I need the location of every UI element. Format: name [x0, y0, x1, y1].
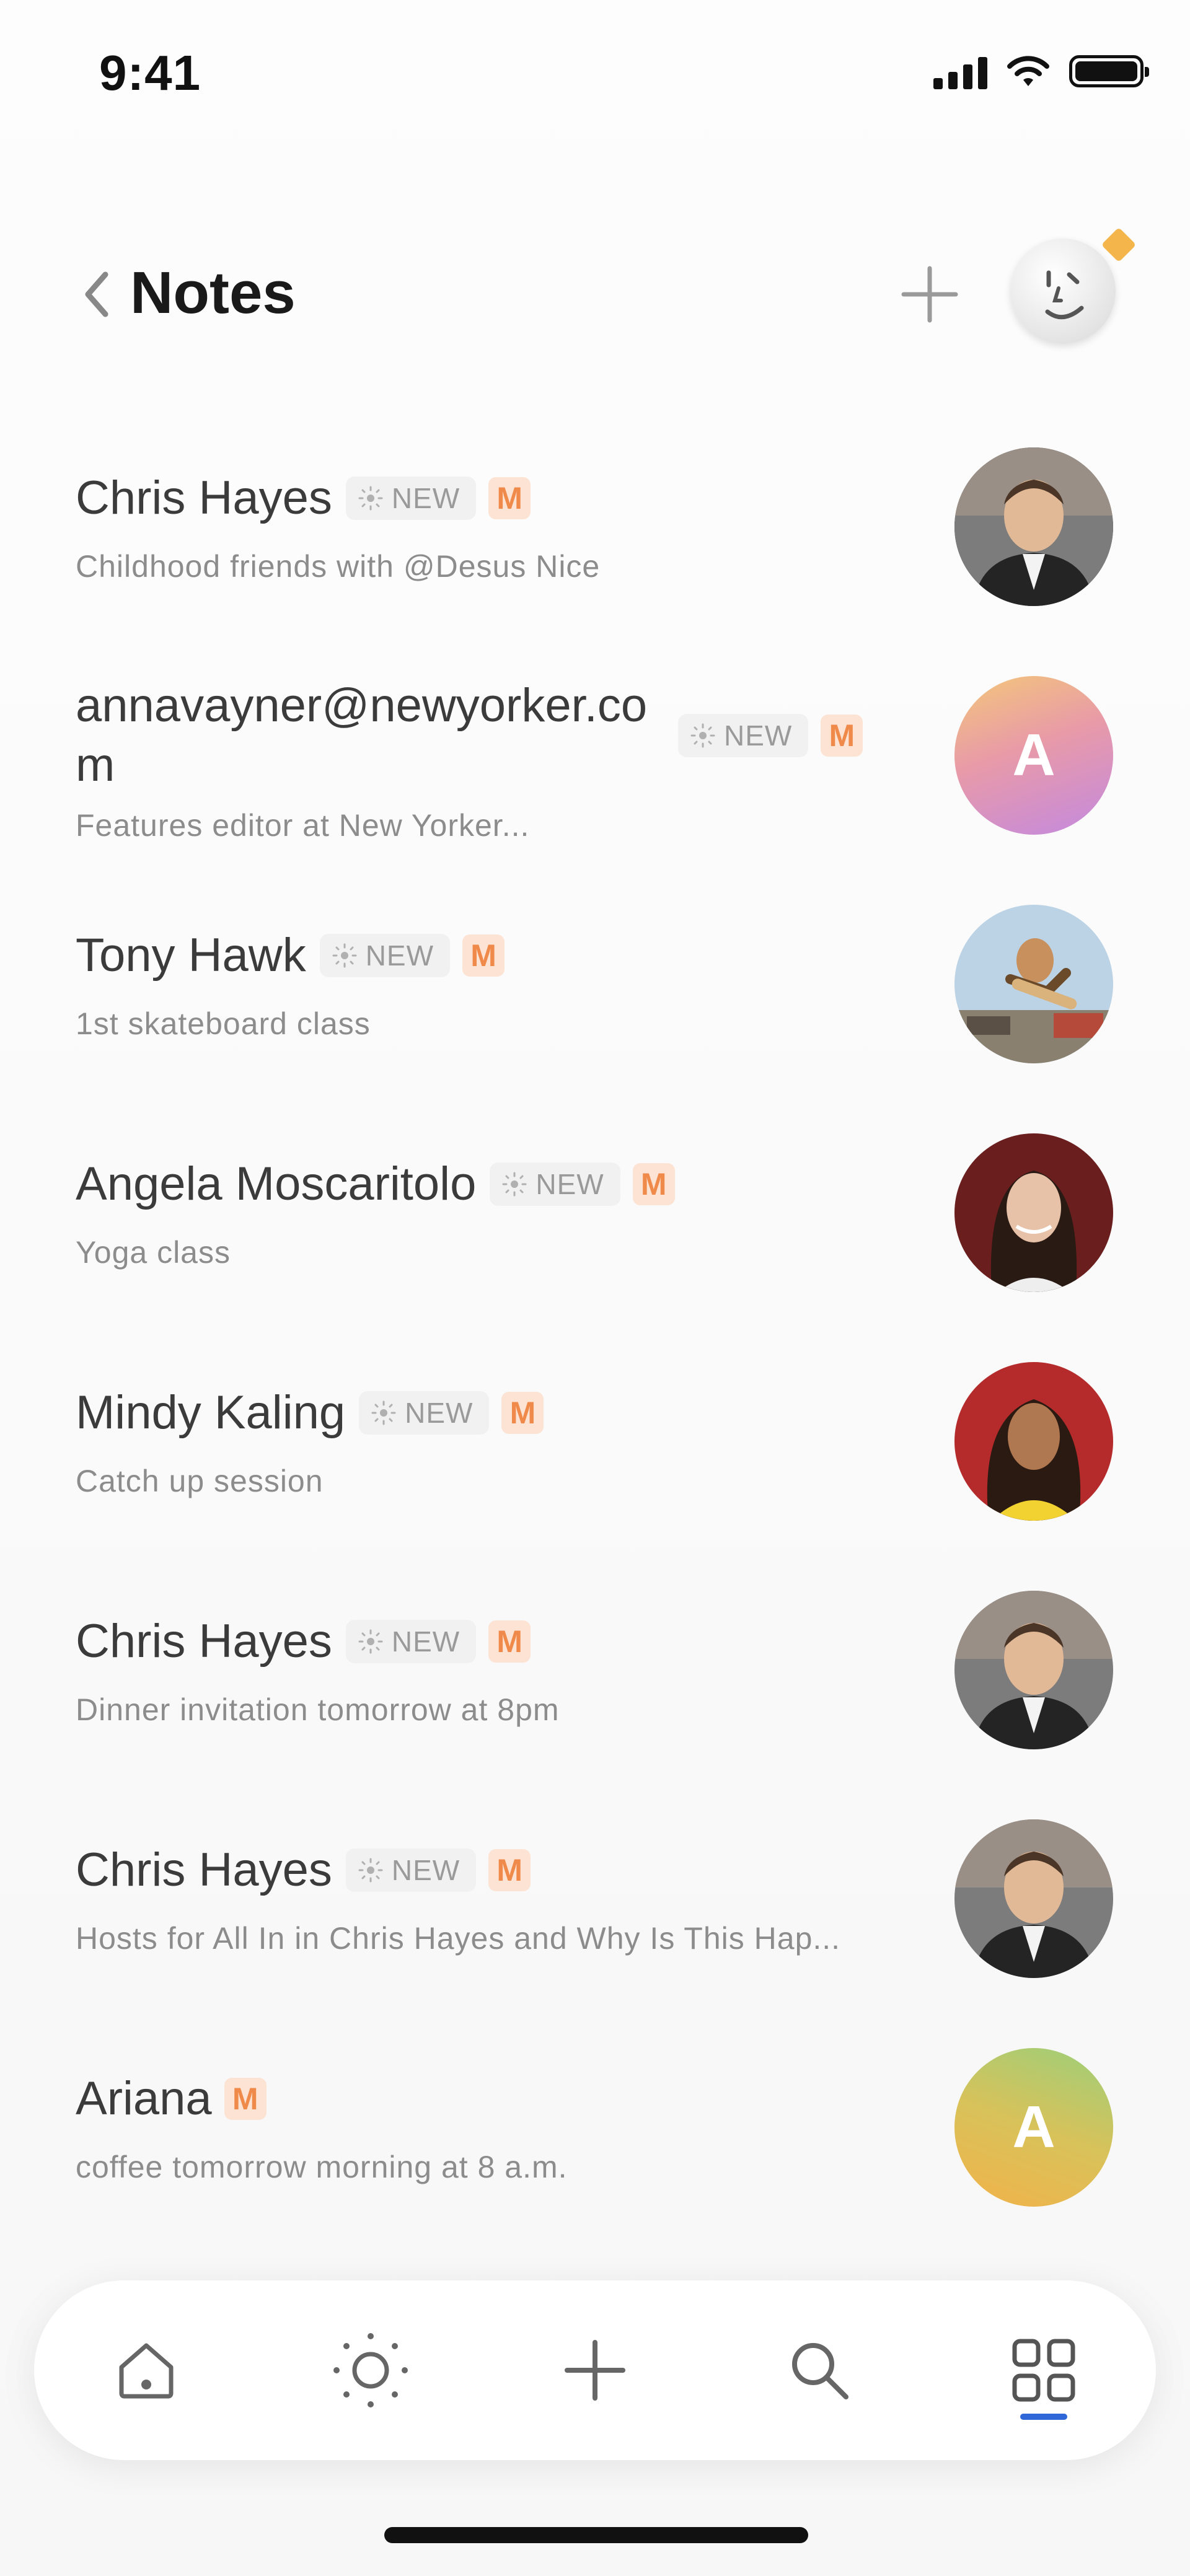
sparkle-icon: [332, 943, 357, 967]
m-badge: M: [488, 477, 531, 519]
avatar: [954, 1362, 1113, 1521]
list-item[interactable]: Tony Hawk NEW M 1st skateboard class: [0, 891, 1190, 1120]
avatar: [954, 1591, 1113, 1749]
avatar: A: [954, 676, 1113, 835]
contact-name: Ariana: [76, 2072, 212, 2125]
avatar: A: [954, 2048, 1113, 2207]
page-title: Notes: [130, 260, 296, 326]
list-item[interactable]: annavayner@newyorker.com NEW M Features …: [0, 662, 1190, 891]
m-badge: M: [501, 1391, 544, 1434]
note-subtitle: Childhood friends with @Desus Nice: [76, 549, 601, 584]
tab-home[interactable]: [84, 2308, 208, 2432]
list-item[interactable]: Chris Hayes NEW M Hosts for All In in Ch…: [0, 1806, 1190, 2034]
list-item[interactable]: Mindy Kaling NEW M Catch up session: [0, 1348, 1190, 1577]
contact-name: Mindy Kaling: [76, 1386, 346, 1439]
note-subtitle: Dinner invitation tomorrow at 8pm: [76, 1692, 560, 1727]
list-item[interactable]: Angela Moscaritolo NEW M Yoga class: [0, 1120, 1190, 1348]
status-bar: 9:41: [0, 0, 1190, 149]
home-icon: [119, 2343, 174, 2399]
m-badge: M: [821, 714, 863, 757]
avatar-letter: A: [1012, 722, 1056, 788]
tab-create[interactable]: [533, 2308, 657, 2432]
avatar: [954, 447, 1113, 606]
battery-icon: [1069, 55, 1149, 87]
wifi-icon: [1007, 56, 1049, 86]
plus-icon: [901, 266, 958, 323]
note-subtitle: 1st skateboard class: [76, 1006, 371, 1041]
person-photo-icon: [954, 1591, 1113, 1749]
profile-avatar[interactable]: [1010, 239, 1116, 344]
person-photo-icon: [954, 1819, 1113, 1978]
grid-icon: [1012, 2339, 1075, 2402]
sparkle-icon: [371, 1400, 396, 1425]
list-item[interactable]: Chris Hayes NEW M Childhood friends with…: [0, 434, 1190, 662]
note-subtitle: Yoga class: [76, 1235, 231, 1270]
new-badge: NEW: [490, 1162, 620, 1206]
sparkle-icon: [502, 1172, 527, 1196]
contact-name: Chris Hayes: [76, 1615, 332, 1668]
m-badge: M: [488, 1848, 531, 1891]
m-badge: M: [488, 1620, 531, 1663]
contact-name: Tony Hawk: [76, 929, 306, 982]
m-badge: M: [462, 934, 505, 977]
add-note-button[interactable]: [892, 257, 967, 332]
avatar: [954, 905, 1113, 1063]
new-badge: NEW: [345, 1619, 477, 1663]
contact-name: Chris Hayes: [76, 472, 332, 524]
list-item[interactable]: Chris Hayes NEW M Dinner invitation tomo…: [0, 1577, 1190, 1806]
new-badge: NEW: [345, 476, 477, 520]
sparkle-icon: [690, 723, 715, 748]
sun-icon: [333, 2333, 408, 2407]
skateboarder-photo-icon: [954, 905, 1113, 1063]
new-badge: NEW: [319, 933, 451, 977]
chevron-left-icon: [85, 271, 108, 317]
sparkle-icon: [358, 1629, 383, 1653]
new-badge: NEW: [678, 714, 809, 757]
status-icons: [933, 53, 1149, 89]
new-badge: NEW: [345, 1848, 477, 1892]
person-photo-icon: [954, 447, 1113, 606]
status-time: 9:41: [99, 45, 201, 100]
plus-icon: [565, 2340, 625, 2401]
contact-name: Chris Hayes: [76, 1844, 332, 1896]
home-indicator[interactable]: [384, 2527, 808, 2543]
sparkle-icon: [358, 486, 383, 510]
tab-discover[interactable]: [309, 2308, 433, 2432]
list-item[interactable]: Ariana M coffee tomorrow morning at 8 a.…: [0, 2034, 1190, 2263]
m-badge: M: [632, 1163, 675, 1205]
search-icon: [792, 2343, 848, 2399]
tab-search[interactable]: [757, 2308, 881, 2432]
avatar: [954, 1133, 1113, 1292]
note-subtitle: Catch up session: [76, 1464, 324, 1498]
new-badge: NEW: [359, 1391, 490, 1435]
person-photo-icon: [954, 1133, 1113, 1292]
tab-bar: [34, 2280, 1156, 2460]
notes-list: Chris Hayes NEW M Childhood friends with…: [0, 434, 1190, 2263]
cellular-signal-icon: [933, 53, 987, 89]
smiley-face-icon: [1045, 270, 1084, 320]
m-badge: M: [224, 2077, 267, 2120]
avatar: [954, 1819, 1113, 1978]
contact-name: annavayner@newyorker.com: [76, 679, 648, 791]
sparkle-icon: [358, 1858, 383, 1882]
contact-name: Angela Moscaritolo: [76, 1158, 477, 1210]
note-subtitle: Features editor at New Yorker...: [76, 808, 530, 843]
person-photo-icon: [954, 1362, 1113, 1521]
note-subtitle: Hosts for All In in Chris Hayes and Why …: [76, 1921, 841, 1956]
note-subtitle: coffee tomorrow morning at 8 a.m.: [76, 2150, 568, 2184]
tab-apps[interactable]: [982, 2308, 1106, 2432]
active-tab-indicator: [1020, 2414, 1067, 2420]
header: Notes: [0, 227, 1190, 347]
back-button[interactable]: [71, 260, 121, 328]
avatar-letter: A: [1012, 2094, 1056, 2160]
